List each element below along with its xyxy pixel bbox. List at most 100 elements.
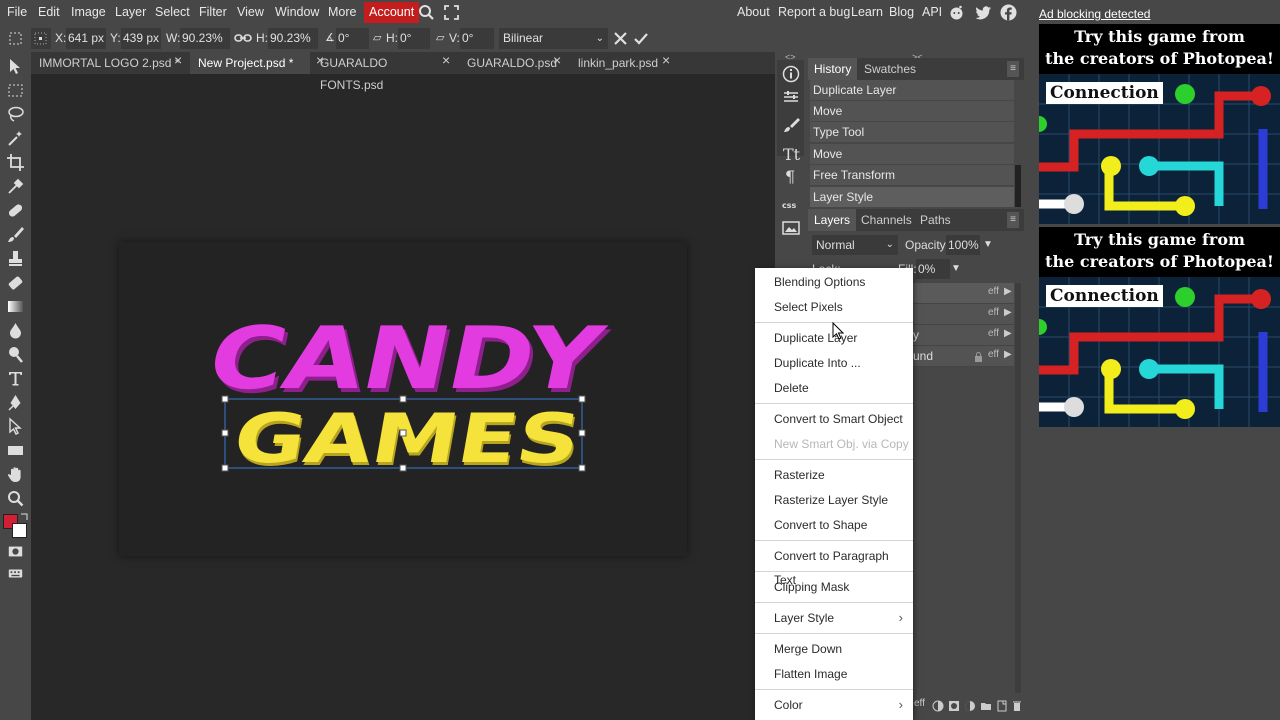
menu-view[interactable]: View bbox=[237, 0, 264, 25]
tab-guaraldo[interactable]: GUARALDO.psd bbox=[459, 52, 559, 74]
skew-h-field[interactable]: 0° bbox=[398, 28, 430, 49]
fill-dropdown-icon[interactable]: ▼ bbox=[951, 259, 961, 279]
magic-wand-tool-icon[interactable] bbox=[6, 129, 25, 148]
adjustment-layer-icon[interactable] bbox=[932, 700, 944, 712]
menu-item-layer-style[interactable]: Layer Style › bbox=[755, 606, 913, 630]
tab-channels[interactable]: Channels bbox=[855, 209, 918, 231]
history-item[interactable]: Duplicate Layer bbox=[810, 80, 1014, 100]
candy-text[interactable]: CANDY bbox=[200, 308, 613, 409]
new-layer-icon[interactable] bbox=[996, 700, 1008, 712]
skew-v-field[interactable]: 0° bbox=[460, 28, 494, 49]
menu-item-duplicate-into[interactable]: Duplicate Into ... bbox=[755, 351, 913, 375]
menu-window[interactable]: Window bbox=[275, 0, 319, 25]
close-icon[interactable]: × bbox=[174, 52, 182, 68]
menu-item-rasterize-layer-style[interactable]: Rasterize Layer Style bbox=[755, 488, 913, 512]
height-field[interactable]: 90.23% bbox=[268, 28, 318, 49]
ad-blocking-notice[interactable]: Ad blocking detected bbox=[1039, 7, 1150, 21]
reddit-icon[interactable] bbox=[948, 4, 965, 21]
close-icon[interactable]: × bbox=[553, 52, 561, 68]
adjustment-icon[interactable] bbox=[964, 700, 976, 712]
close-icon[interactable]: × bbox=[442, 52, 450, 68]
menu-item-convert-paragraph-text[interactable]: Convert to Paragraph Text bbox=[755, 544, 913, 587]
marquee-tool-icon[interactable] bbox=[6, 81, 25, 100]
blur-tool-icon[interactable] bbox=[6, 321, 25, 340]
tab-history[interactable]: History bbox=[808, 58, 858, 80]
ad-banner[interactable]: Try this game from the creators of Photo… bbox=[1039, 24, 1280, 224]
games-text[interactable]: GAMES bbox=[228, 399, 587, 478]
history-item[interactable]: Move bbox=[810, 144, 1014, 164]
clone-stamp-tool-icon[interactable] bbox=[6, 249, 25, 268]
opacity-field[interactable]: 100% bbox=[946, 235, 980, 255]
mask-icon[interactable] bbox=[948, 700, 960, 712]
tab-immortal-logo[interactable]: IMMORTAL LOGO 2.psd * bbox=[31, 52, 181, 74]
crop-tool-icon[interactable] bbox=[6, 153, 25, 172]
menu-layer[interactable]: Layer bbox=[115, 0, 146, 25]
menu-image[interactable]: Image bbox=[71, 0, 106, 25]
expand-effects-icon[interactable]: ▶ bbox=[1004, 286, 1012, 297]
cancel-transform-icon[interactable] bbox=[613, 31, 628, 46]
expand-effects-icon[interactable]: ▶ bbox=[1004, 328, 1012, 339]
interpolation-select[interactable]: Bilinear ⌄ bbox=[499, 28, 608, 49]
path-select-tool-icon[interactable] bbox=[6, 417, 25, 436]
type-tool-icon[interactable] bbox=[6, 369, 25, 388]
panel-menu-icon[interactable]: ≡ bbox=[1007, 61, 1019, 77]
layers-scrollbar[interactable] bbox=[1015, 283, 1021, 693]
width-field[interactable]: 90.23% bbox=[180, 28, 230, 49]
document-canvas[interactable]: CANDY CANDY GAMES GAMES bbox=[119, 242, 687, 556]
commit-transform-icon[interactable] bbox=[633, 31, 649, 46]
ad-banner[interactable]: Try this game from the creators of Photo… bbox=[1039, 227, 1280, 427]
swap-colors-icon[interactable] bbox=[20, 513, 28, 521]
link-learn[interactable]: Learn bbox=[851, 0, 883, 25]
info-icon[interactable] bbox=[781, 64, 801, 84]
effects-icon[interactable]: eff bbox=[914, 698, 925, 709]
brush-tool-icon[interactable] bbox=[6, 225, 25, 244]
opacity-dropdown-icon[interactable]: ▼ bbox=[983, 235, 993, 255]
tab-paths[interactable]: Paths bbox=[914, 209, 957, 231]
brush-settings-icon[interactable] bbox=[781, 115, 801, 135]
folder-icon[interactable] bbox=[980, 700, 992, 712]
background-color-swatch[interactable] bbox=[12, 523, 27, 538]
tab-linkin-park[interactable]: linkin_park.psd bbox=[570, 52, 670, 74]
panel-menu-icon[interactable]: ≡ bbox=[1007, 212, 1019, 228]
lasso-tool-icon[interactable] bbox=[6, 105, 25, 124]
pen-tool-icon[interactable] bbox=[6, 393, 25, 412]
adjustments-icon[interactable] bbox=[781, 87, 801, 107]
menu-more[interactable]: More bbox=[328, 0, 356, 25]
tab-swatches[interactable]: Swatches bbox=[858, 58, 922, 80]
history-item[interactable]: Type Tool bbox=[810, 122, 1014, 142]
menu-item-convert-smart-object[interactable]: Convert to Smart Object bbox=[755, 407, 913, 431]
menu-edit[interactable]: Edit bbox=[38, 0, 60, 25]
gradient-tool-icon[interactable] bbox=[6, 297, 25, 316]
menu-item-select-pixels[interactable]: Select Pixels bbox=[755, 295, 913, 319]
reference-point-selector[interactable] bbox=[31, 28, 51, 49]
dodge-tool-icon[interactable] bbox=[6, 345, 25, 364]
tab-new-project[interactable]: New Project.psd * bbox=[190, 52, 310, 74]
move-tool-icon[interactable] bbox=[6, 57, 25, 76]
menu-filter[interactable]: Filter bbox=[199, 0, 227, 25]
menu-item-rasterize[interactable]: Rasterize bbox=[755, 463, 913, 487]
angle-field[interactable]: 0° bbox=[336, 28, 369, 49]
healing-brush-tool-icon[interactable] bbox=[6, 201, 25, 220]
tab-layers[interactable]: Layers bbox=[808, 209, 857, 231]
close-icon[interactable]: × bbox=[662, 52, 670, 68]
account-button[interactable]: Account bbox=[364, 2, 420, 23]
tab-guaraldo-fonts[interactable]: GUARALDO FONTS.psd bbox=[312, 52, 442, 92]
eraser-tool-icon[interactable] bbox=[6, 273, 25, 292]
quick-mask-icon[interactable] bbox=[7, 542, 24, 561]
hand-tool-icon[interactable] bbox=[6, 465, 25, 484]
paragraph-icon[interactable]: ¶ bbox=[781, 166, 801, 186]
x-position-field[interactable]: 641 px bbox=[66, 28, 106, 49]
menu-item-blending-options[interactable]: Blending Options bbox=[755, 270, 913, 294]
fill-field[interactable]: 0% bbox=[916, 259, 950, 279]
search-icon[interactable] bbox=[418, 4, 435, 21]
y-position-field[interactable]: 439 px bbox=[121, 28, 161, 49]
menu-select[interactable]: Select bbox=[155, 0, 190, 25]
link-blog[interactable]: Blog bbox=[889, 0, 914, 25]
link-api[interactable]: API bbox=[922, 0, 942, 25]
keyboard-icon[interactable] bbox=[7, 564, 24, 583]
history-scrollbar[interactable] bbox=[1015, 165, 1021, 207]
image-icon[interactable] bbox=[781, 218, 801, 238]
menu-item-color[interactable]: Color › bbox=[755, 693, 913, 717]
expand-effects-icon[interactable]: ▶ bbox=[1004, 307, 1012, 318]
rectangle-tool-icon[interactable] bbox=[6, 441, 25, 460]
